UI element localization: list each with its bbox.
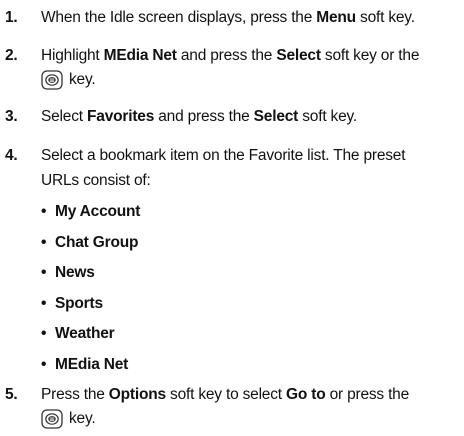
step-text-line2: key.	[41, 70, 96, 90]
media-net-label: MEdia Net	[103, 47, 177, 64]
bullet-icon: •	[41, 264, 47, 281]
select-softkey-label: Select	[253, 108, 299, 125]
step-number: 1.	[5, 9, 18, 26]
menu-softkey-label: Menu	[316, 9, 356, 26]
list-item: • My Account	[41, 203, 141, 220]
bullet-icon: •	[41, 325, 47, 342]
step-number: 5.	[5, 386, 18, 403]
list-item: • Weather	[41, 325, 115, 342]
select-softkey-label: Select	[276, 47, 321, 64]
list-item: • News	[41, 264, 95, 281]
step-number: 4.	[5, 147, 18, 164]
go-to-label: Go to	[286, 386, 326, 403]
step-text: Highlight MEdia Net and press the Select…	[41, 47, 420, 64]
bullet-icon: •	[41, 234, 47, 251]
step-text: Select a bookmark item on the Favorite l…	[41, 147, 406, 164]
bullet-icon: •	[41, 356, 47, 373]
step-text: Select Favorites and press the Select so…	[41, 108, 358, 125]
step-text-line2: URLs consist of:	[41, 172, 151, 189]
bullet-icon: •	[41, 203, 47, 220]
ok-key-icon	[41, 409, 63, 429]
ok-key-icon	[41, 70, 63, 90]
list-item: • Sports	[41, 295, 103, 312]
favorites-label: Favorites	[87, 108, 155, 125]
list-item: • Chat Group	[41, 234, 139, 251]
step-number: 2.	[5, 47, 18, 64]
instruction-page: 1. When the Idle screen displays, press …	[0, 0, 464, 436]
step-text: Press the Options soft key to select Go …	[41, 386, 410, 403]
step-text: When the Idle screen displays, press the…	[41, 9, 415, 26]
step-text-line2: key.	[41, 409, 96, 429]
list-item: • MEdia Net	[41, 356, 129, 373]
step-number: 3.	[5, 108, 18, 125]
options-softkey-label: Options	[108, 386, 166, 403]
bullet-icon: •	[41, 295, 47, 312]
